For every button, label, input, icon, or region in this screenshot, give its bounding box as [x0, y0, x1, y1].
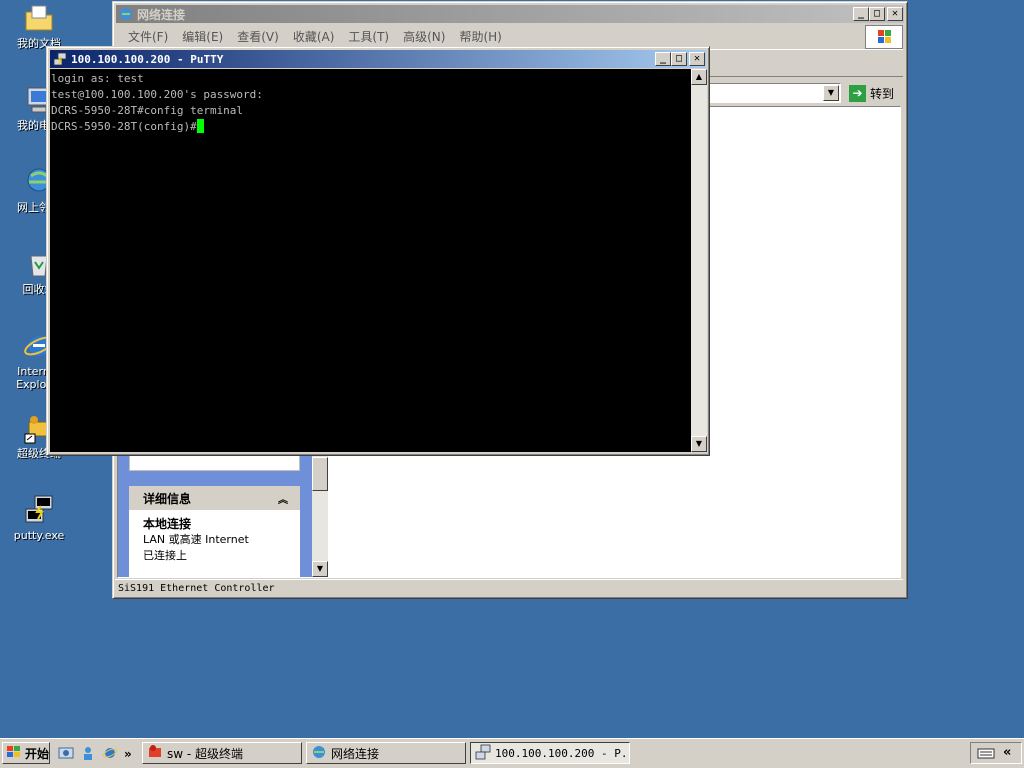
terminal-output[interactable]: login as: test test@100.100.100.200's pas…: [50, 69, 691, 452]
minimize-button[interactable]: _: [853, 7, 869, 21]
quick-launch: »: [54, 743, 138, 765]
menu-advanced[interactable]: 高级(N): [398, 28, 450, 45]
address-dropdown[interactable]: ▼: [709, 83, 841, 103]
menu-tools[interactable]: 工具(T): [343, 28, 394, 45]
maximize-button[interactable]: □: [671, 52, 687, 66]
go-button[interactable]: ➔ 转到: [847, 83, 901, 103]
terminal-line: login as: test: [51, 72, 144, 85]
system-tray: «: [970, 742, 1022, 764]
terminal-prompt-line: DCRS-5950-28T(config)#: [51, 119, 691, 135]
collapse-chevron-icon[interactable]: ︽: [278, 491, 292, 506]
details-header[interactable]: 详细信息 ︽: [129, 486, 300, 510]
network-connections-icon: [311, 744, 327, 763]
text-cursor: [196, 119, 204, 133]
task-putty[interactable]: 100.100.100.200 - P...: [470, 742, 630, 764]
task-hyperterminal[interactable]: sw - 超级终端: [142, 742, 302, 764]
network-menubar: 文件(F) 编辑(E) 查看(V) 收藏(A) 工具(T) 高级(N) 帮助(H…: [117, 26, 903, 46]
show-desktop-icon[interactable]: [58, 745, 74, 764]
details-panel: 详细信息 ︽ 本地连接 LAN 或高速 Internet 已连接上: [129, 486, 300, 578]
tray-expand-icon[interactable]: «: [1003, 745, 1011, 760]
putty-window-title: 100.100.100.200 - PuTTY: [71, 52, 224, 66]
terminal-scrollbar[interactable]: ▲ ▼: [691, 69, 707, 452]
putty-titlebar[interactable]: 100.100.100.200 - PuTTY _ □ ✕: [50, 50, 706, 68]
keyboard-icon[interactable]: [977, 746, 995, 763]
windows-logo: [865, 25, 903, 49]
go-arrow-icon: ➔: [849, 84, 866, 102]
desktop-icon-putty[interactable]: putty.exe: [4, 494, 74, 542]
task-network-connections[interactable]: 网络连接: [306, 742, 466, 764]
details-connection-type: LAN 或高速 Internet: [143, 533, 249, 546]
putty-icon: [475, 744, 491, 763]
scroll-down-icon[interactable]: ▼: [312, 561, 328, 577]
network-connections-icon: [119, 7, 133, 21]
terminal-line: DCRS-5950-28T#config terminal: [51, 104, 244, 117]
menu-favorites[interactable]: 收藏(A): [288, 28, 340, 45]
close-button[interactable]: ✕: [689, 52, 705, 66]
user-icon[interactable]: [80, 745, 96, 764]
scroll-down-icon[interactable]: ▼: [691, 436, 707, 452]
taskbar: 开始 » sw - 超级终端 网络连接 100.100.100.200 - P.…: [0, 738, 1024, 768]
putty-icon: [23, 494, 55, 526]
start-button[interactable]: 开始: [2, 742, 50, 764]
desktop-icon-my-documents[interactable]: 我的文档: [4, 2, 74, 50]
folder-documents-icon: [23, 2, 55, 34]
network-window-title: 网络连接: [137, 7, 186, 22]
menu-view[interactable]: 查看(V): [232, 28, 284, 45]
quicklaunch-more-icon[interactable]: »: [124, 747, 132, 761]
minimize-button[interactable]: _: [655, 52, 671, 66]
putty-window: 100.100.100.200 - PuTTY _ □ ✕ login as: …: [46, 46, 710, 456]
scrollbar-thumb[interactable]: [312, 457, 328, 491]
menu-help[interactable]: 帮助(H): [454, 28, 506, 45]
hyperterminal-icon: [147, 744, 163, 763]
network-window-titlebar[interactable]: 网络连接 _ □ ✕: [116, 5, 904, 23]
menu-file[interactable]: 文件(F): [123, 28, 173, 45]
menu-edit[interactable]: 编辑(E): [177, 28, 228, 45]
terminal-line: test@100.100.100.200's password:: [51, 88, 263, 101]
dropdown-arrow-icon[interactable]: ▼: [823, 85, 839, 101]
close-button[interactable]: ✕: [887, 7, 903, 21]
windows-flag-icon: [6, 745, 22, 762]
status-bar: SiS191 Ethernet Controller: [115, 579, 903, 597]
scroll-up-icon[interactable]: ▲: [691, 69, 707, 85]
putty-icon: [53, 52, 67, 66]
maximize-button[interactable]: □: [869, 7, 885, 21]
ie-icon[interactable]: [102, 745, 118, 764]
details-connection-status: 已连接上: [143, 549, 187, 562]
details-connection-name: 本地连接: [143, 517, 192, 531]
